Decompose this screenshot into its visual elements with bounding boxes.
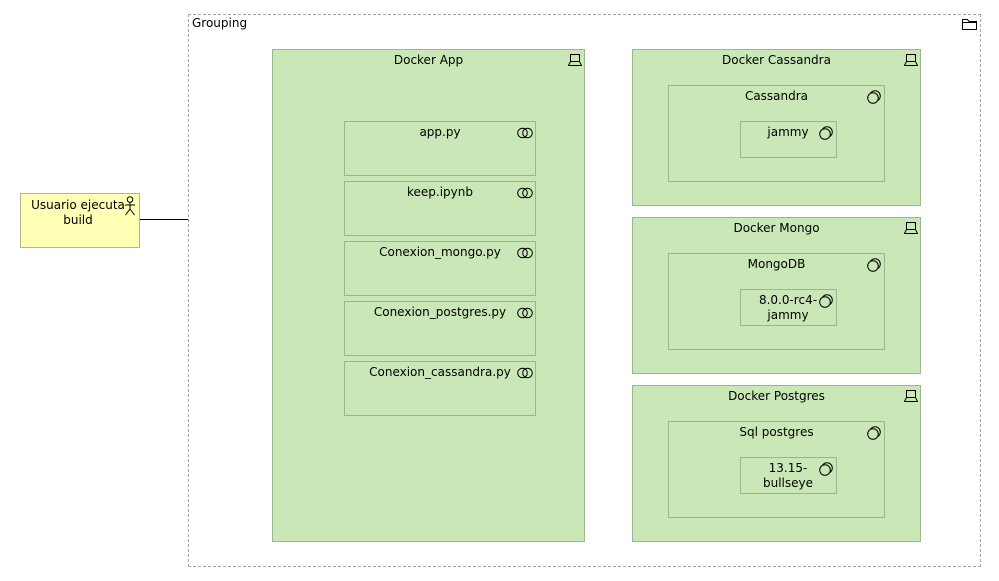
device-icon	[904, 222, 918, 234]
cassandra-version-label: jammy	[767, 125, 809, 139]
folder-icon	[962, 19, 977, 30]
interface-icon	[517, 187, 533, 199]
interface-icon	[517, 127, 533, 139]
actor-label: Usuario ejecuta build	[31, 198, 125, 227]
system-software-icon	[867, 426, 881, 440]
system-software-icon	[867, 258, 881, 272]
system-software-icon	[819, 294, 833, 308]
system-software-icon	[819, 126, 833, 140]
actor-connector[interactable]	[140, 219, 188, 220]
interface-icon	[517, 247, 533, 259]
mongo-version-label: 8.0.0-rc4-jammy	[758, 293, 818, 322]
file-label: keep.ipynb	[407, 185, 473, 199]
file-label: Conexion_mongo.py	[379, 245, 501, 259]
device-icon	[568, 54, 582, 66]
docker-cassandra-label: Docker Cassandra	[722, 53, 831, 67]
interface-icon	[517, 367, 533, 379]
file-label: app.py	[419, 125, 461, 139]
device-icon	[904, 390, 918, 402]
system-software-icon	[819, 462, 833, 476]
mongo-service-label: MongoDB	[747, 257, 806, 271]
docker-postgres-label: Docker Postgres	[728, 389, 825, 403]
device-icon	[904, 54, 918, 66]
system-software-icon	[867, 90, 881, 104]
file-label: Conexion_postgres.py	[373, 305, 507, 319]
postgres-service-label: Sql postgres	[739, 425, 814, 439]
docker-mongo-label: Docker Mongo	[733, 221, 820, 235]
interface-icon	[517, 307, 533, 319]
actor-icon	[125, 196, 135, 216]
cassandra-service-label: Cassandra	[744, 89, 809, 103]
postgres-version-label: 13.15-bullseye	[762, 461, 813, 490]
grouping-label: Grouping	[192, 16, 248, 30]
docker-app-label: Docker App	[393, 53, 464, 67]
file-label: Conexion_cassandra.py	[369, 365, 511, 379]
